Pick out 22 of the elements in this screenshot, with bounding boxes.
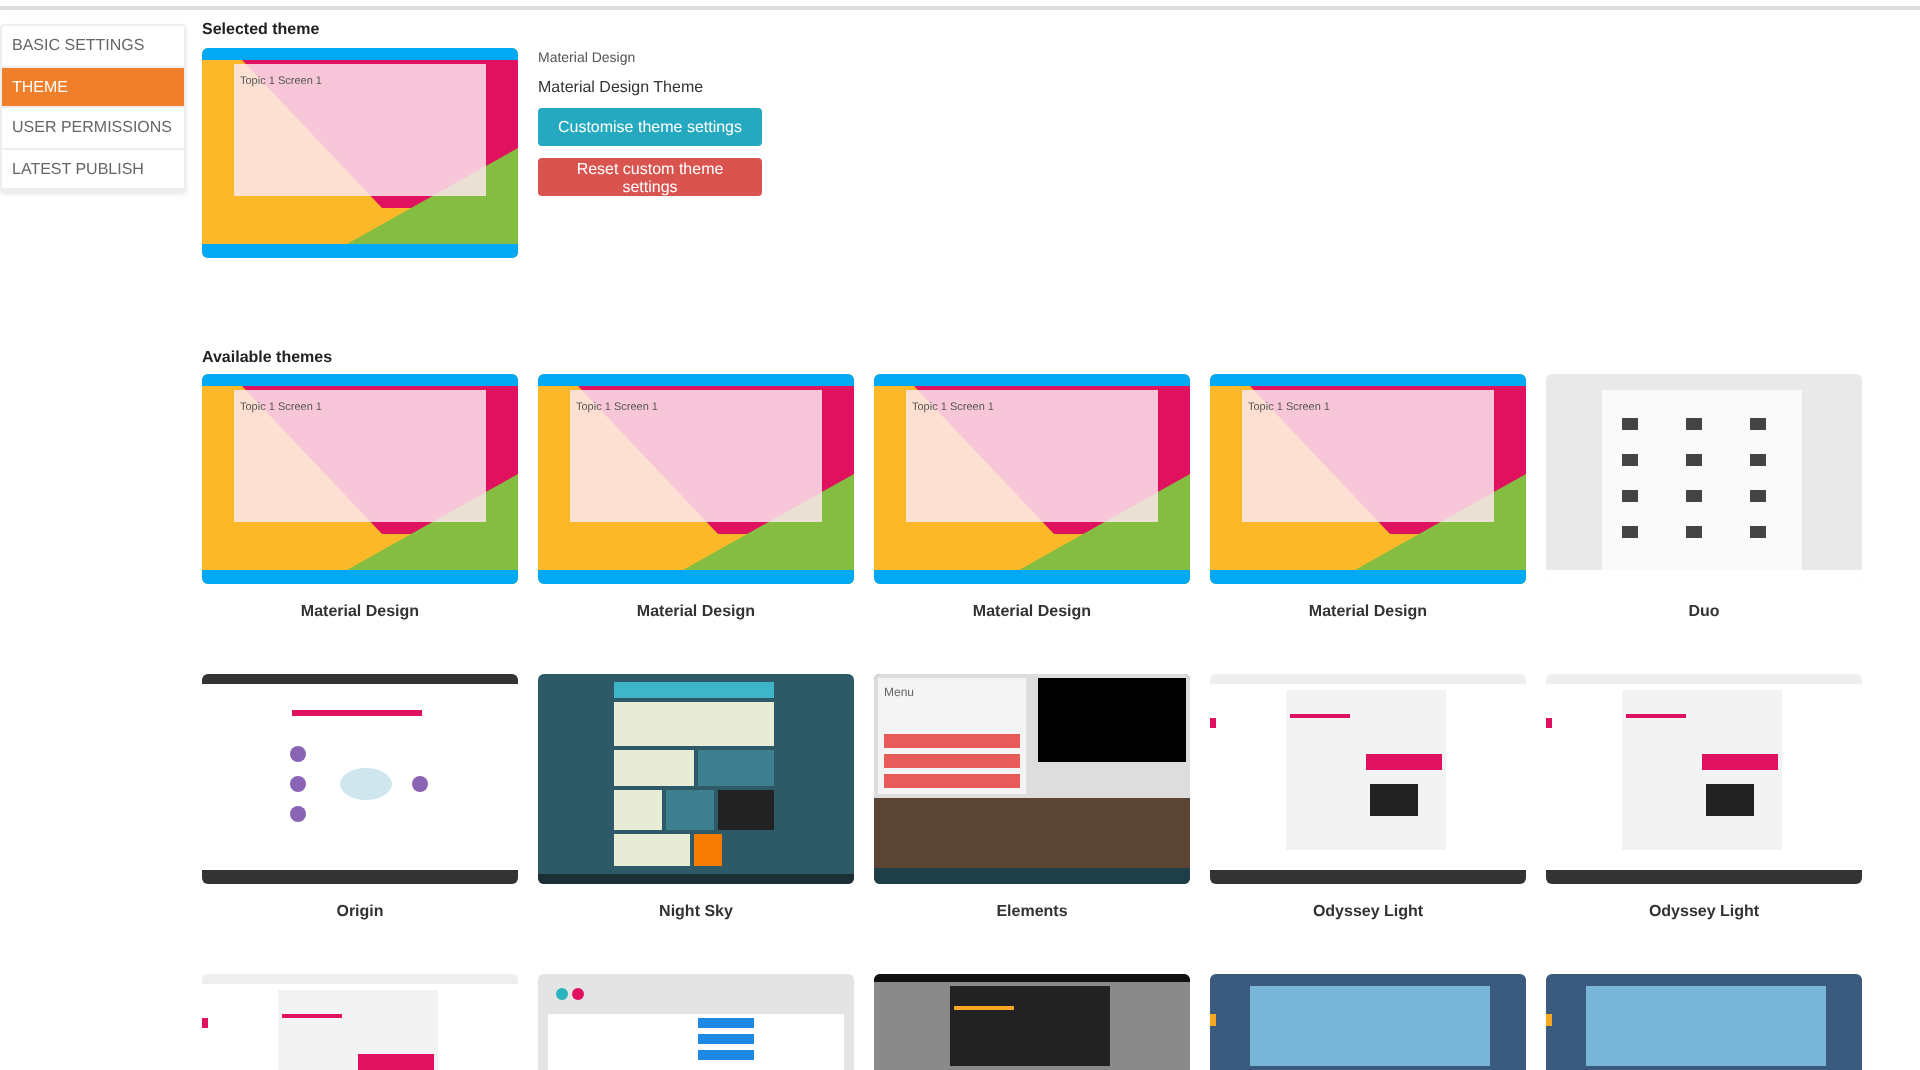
section-heading: Selected theme [202, 20, 322, 38]
sidebar-item[interactable]: LATEST PUBLISH [2, 149, 184, 190]
customise-button[interactable]: Customise theme settings [538, 108, 762, 146]
theme-name: Origin [336, 902, 384, 920]
theme-preview-drawing[interactable] [1546, 674, 1862, 884]
theme-name: Odyssey Light [1312, 902, 1424, 920]
theme-name: Material Design [300, 602, 420, 620]
theme-name: Material Design [1308, 602, 1428, 620]
theme-name: Night Sky [659, 902, 733, 920]
theme-name: Odyssey Light [1648, 902, 1760, 920]
theme-preview-drawing[interactable] [202, 674, 518, 884]
theme-name: Material Design [636, 602, 756, 620]
theme-name: Material Design [972, 602, 1092, 620]
sidebar-item[interactable]: USER PERMISSIONS [2, 108, 184, 149]
reset-button[interactable]: Reset custom theme settings [538, 158, 762, 196]
theme-preview-drawing[interactable] [538, 674, 854, 884]
section-heading: Available themes [202, 348, 335, 366]
theme-preview-drawing[interactable] [1210, 674, 1526, 884]
theme-description: Material Design Theme [538, 78, 704, 96]
theme-name: Duo [1688, 602, 1720, 620]
theme-preview-drawing[interactable] [1546, 374, 1862, 584]
theme-name: Elements [996, 902, 1068, 920]
